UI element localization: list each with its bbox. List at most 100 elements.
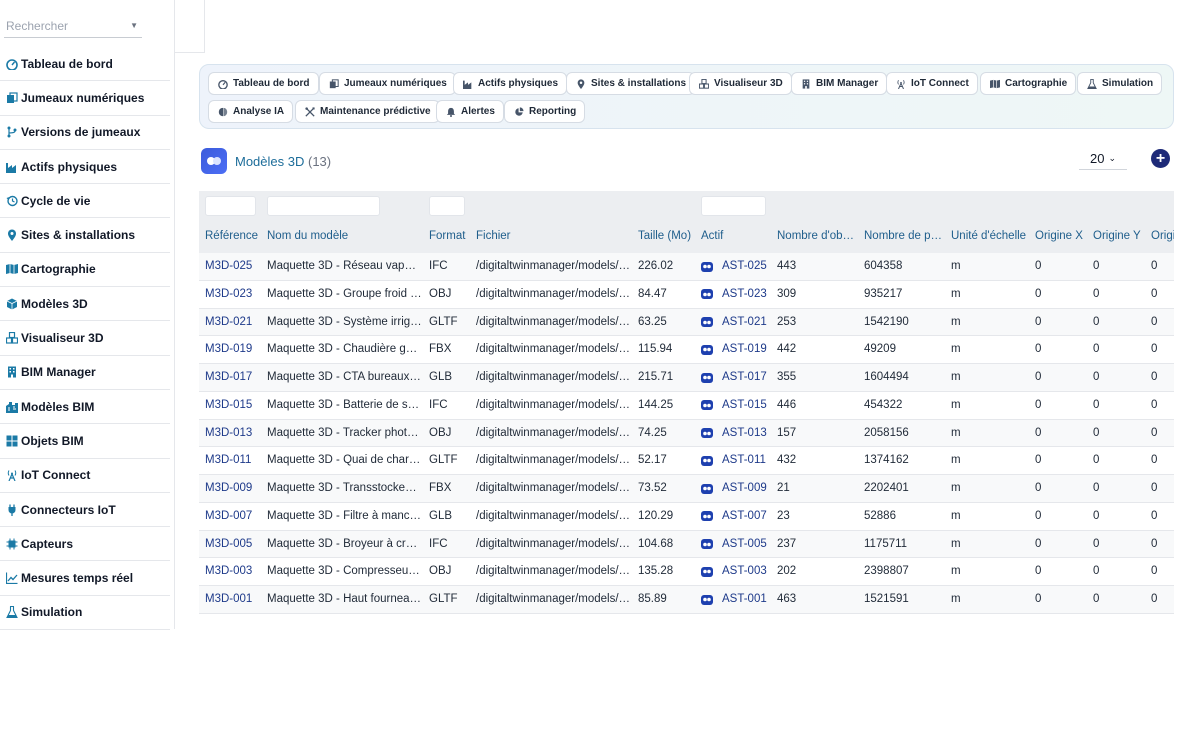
sidebar-item-connecteurs-iot[interactable]: Connecteurs IoT <box>0 493 170 528</box>
toolbar-chip-reporting[interactable]: Reporting <box>504 100 586 123</box>
table-row[interactable]: M3D-005 Maquette 3D - Broyeur à cr… IFC/di… <box>199 530 1174 559</box>
cell-nombre-d-ob: 23 <box>777 509 790 522</box>
sidebar-item-iot-connect[interactable]: IoT Connect <box>0 459 170 493</box>
column-header-unite-d-echelle[interactable]: Unité d'échelle <box>951 222 1029 253</box>
toolbar-chip-sites-installations[interactable]: Sites & installations <box>566 72 696 95</box>
toolbar-chip-actifs-physiques[interactable]: Actifs physiques <box>453 72 568 95</box>
model-reference-link[interactable]: M3D-003 <box>205 558 263 585</box>
chevron-down-icon[interactable]: ▼ <box>130 21 138 30</box>
table-row[interactable]: M3D-015 Maquette 3D - Batterie de st… IFC /… <box>199 392 1174 420</box>
table-row[interactable]: M3D-025 Maquette 3D - Réseau vape… IFC/dig… <box>199 253 1174 281</box>
table-row[interactable]: M3D-019 Maquette 3D - Chaudière g… FBX/dig… <box>199 336 1174 364</box>
asset-link[interactable]: AST-023 <box>701 281 771 308</box>
sidebar-item-bim-manager[interactable]: BIM Manager <box>0 356 170 390</box>
model-reference-link[interactable]: M3D-005 <box>205 531 263 558</box>
asset-link[interactable]: AST-019 <box>701 336 771 363</box>
column-header-nombre-de-p[interactable]: Nombre de p… <box>864 222 944 253</box>
column-header-taille-mo[interactable]: Taille (Mo) <box>638 222 696 253</box>
toolbar-chip-maintenance-predictive[interactable]: Maintenance prédictive <box>295 100 440 123</box>
table-row[interactable]: M3D-009 Maquette 3D - Transstockeu… FBX/di… <box>199 475 1174 503</box>
toolbar-chip-iot-connect[interactable]: IoT Connect <box>886 72 978 95</box>
model-reference-link[interactable]: M3D-017 <box>205 364 263 391</box>
column-header-origine-x[interactable]: Origine X <box>1035 222 1087 253</box>
asset-link[interactable]: AST-011 <box>701 447 771 474</box>
filter-name-input[interactable] <box>267 196 380 216</box>
sidebar-item-sites-installations[interactable]: Sites & installations <box>0 218 170 253</box>
asset-link[interactable]: AST-015 <box>701 392 771 419</box>
column-header-reference[interactable]: Référence <box>205 222 263 253</box>
table-row[interactable]: M3D-013 Maquette 3D - Tracker phot… OBJ/di… <box>199 419 1174 448</box>
table-row[interactable]: M3D-011 Maquette 3D - Quai de char… GLTF/d… <box>199 447 1174 475</box>
cell-nom-du-modele: Maquette 3D - Transstockeu… <box>267 482 422 494</box>
toolbar-chip-alertes[interactable]: Alertes <box>436 100 504 123</box>
toolbar-chip-visualiseur-3d[interactable]: Visualiseur 3D <box>689 72 792 95</box>
sidebar-item-label: Sites & installations <box>21 228 136 243</box>
asset-link[interactable]: AST-001 <box>701 586 771 613</box>
column-header-actif[interactable]: Actif <box>701 222 771 253</box>
asset-link[interactable]: AST-009 <box>701 475 771 502</box>
cell-nombre-de-p: 1542190 <box>864 315 909 328</box>
model-reference-link[interactable]: M3D-013 <box>205 420 263 447</box>
sidebar-item-jumeaux-numeriques[interactable]: Jumeaux numériques <box>0 81 170 116</box>
cell-taille-mo: 74.25 <box>638 426 667 439</box>
table-row[interactable]: M3D-023 Maquette 3D - Groupe froid … OBJ/d… <box>199 281 1174 309</box>
sidebar-item-simulation[interactable]: Simulation <box>0 596 170 631</box>
table-row[interactable]: M3D-021 Maquette 3D - Système irrig… GLTF /… <box>199 308 1174 337</box>
model-reference-link[interactable]: M3D-025 <box>205 253 263 280</box>
sidebar-item-versions-de-jumeaux[interactable]: Versions de jumeaux <box>0 116 170 150</box>
column-header-nom-du-modele[interactable]: Nom du modèle <box>267 222 422 253</box>
sidebar-item-modeles-3d[interactable]: Modèles 3D <box>0 287 170 322</box>
sidebar-item-mesures-temps-reel[interactable]: Mesures temps réel <box>0 561 170 596</box>
model-reference-link[interactable]: M3D-007 <box>205 503 263 530</box>
model-reference-link[interactable]: M3D-023 <box>205 281 263 308</box>
asset-id: AST-009 <box>722 482 767 494</box>
asset-link[interactable]: AST-007 <box>701 503 771 530</box>
toolbar-chip-bim-manager[interactable]: BIM Manager <box>791 72 888 95</box>
asset-link[interactable]: AST-017 <box>701 364 771 391</box>
table-row[interactable]: M3D-001 Maquette 3D - Haut fournea… GLTF/d… <box>199 586 1174 614</box>
sidebar-item-objets-bim[interactable]: Objets BIM <box>0 424 170 459</box>
asset-link[interactable]: AST-021 <box>701 309 771 336</box>
page-size-select[interactable]: 20 ⌄ <box>1079 148 1127 170</box>
table-row[interactable]: M3D-003 Maquette 3D - Compresseu… OBJ/digi… <box>199 558 1174 586</box>
sidebar-item-cartographie[interactable]: Cartographie <box>0 253 170 288</box>
cell-nom-du-modele: Maquette 3D - Tracker phot… <box>267 426 419 439</box>
search-input[interactable] <box>4 16 122 36</box>
column-header-nombre-d-ob[interactable]: Nombre d'ob… <box>777 222 857 253</box>
model-reference-link[interactable]: M3D-011 <box>205 447 263 474</box>
sidebar-item-visualiseur-3d[interactable]: Visualiseur 3D <box>0 321 170 356</box>
model-reference-link[interactable]: M3D-001 <box>205 586 263 613</box>
column-header-fichier[interactable]: Fichier <box>476 222 631 253</box>
column-header-origi[interactable]: Origi <box>1151 222 1174 253</box>
add-button[interactable]: + <box>1151 149 1170 168</box>
table-row[interactable]: M3D-007 Maquette 3D - Filtre à manc… GLB/d… <box>199 503 1174 531</box>
model-reference-link[interactable]: M3D-009 <box>205 475 263 502</box>
toolbar-chip-cartographie[interactable]: Cartographie <box>980 72 1077 95</box>
asset-link[interactable]: AST-005 <box>701 531 771 558</box>
filter-reference-input[interactable] <box>205 196 256 216</box>
asset-link[interactable]: AST-003 <box>701 558 771 585</box>
toolbar-chip-label: IoT Connect <box>911 78 969 89</box>
table-row[interactable]: M3D-017 Maquette 3D - CTA bureaux… GLB/dig… <box>199 364 1174 392</box>
sidebar-item-actifs-physiques[interactable]: Actifs physiques <box>0 150 170 185</box>
filter-format-input[interactable] <box>429 196 465 216</box>
sidebar-item-cycle-de-vie[interactable]: Cycle de vie <box>0 184 170 219</box>
column-header-format[interactable]: Format <box>429 222 471 253</box>
toolbar-chip-analyse-ia[interactable]: Analyse IA <box>208 100 294 123</box>
asset-link[interactable]: AST-025 <box>701 253 771 280</box>
toolbar-chip-jumeaux-numeriques[interactable]: Jumeaux numériques <box>319 72 456 95</box>
column-header-origine-y[interactable]: Origine Y <box>1093 222 1145 253</box>
flask-icon <box>5 605 19 619</box>
sidebar-item-tableau-de-bord[interactable]: Tableau de bord <box>0 47 170 82</box>
asset-link[interactable]: AST-013 <box>701 420 771 447</box>
sidebar-item-modeles-bim[interactable]: Modèles BIM <box>0 390 170 425</box>
toolbar-chip-simulation[interactable]: Simulation <box>1077 72 1163 95</box>
toolbar-chip-tableau-de-bord[interactable]: Tableau de bord <box>208 72 319 95</box>
model-reference-link[interactable]: M3D-015 <box>205 392 263 419</box>
search-box[interactable]: ▼ <box>4 16 142 38</box>
filter-asset-input[interactable] <box>701 196 766 216</box>
cell-taille-mo: 104.68 <box>638 537 674 550</box>
sidebar-item-capteurs[interactable]: Capteurs <box>0 527 170 562</box>
model-reference-link[interactable]: M3D-021 <box>205 309 263 336</box>
model-reference-link[interactable]: M3D-019 <box>205 336 263 363</box>
